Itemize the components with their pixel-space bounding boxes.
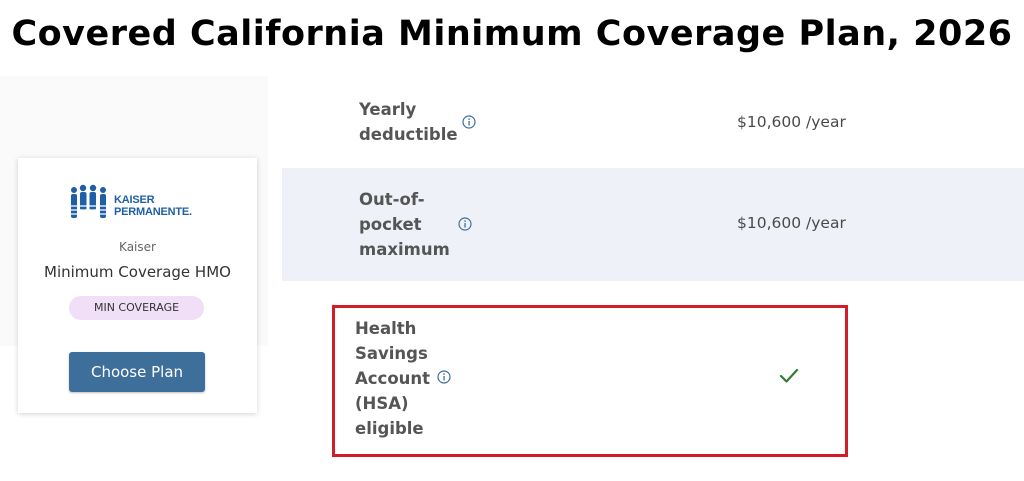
info-icon[interactable] xyxy=(458,217,472,231)
check-icon xyxy=(779,368,799,383)
oop-max-value: $10,600 /year xyxy=(737,214,846,232)
choose-plan-button[interactable]: Choose Plan xyxy=(69,352,205,392)
page-title: Covered California Minimum Coverage Plan… xyxy=(11,14,1013,54)
label-line: pocket xyxy=(359,215,422,234)
info-icon[interactable] xyxy=(437,370,451,384)
label-line: Yearly xyxy=(359,100,417,119)
label-line: deductible xyxy=(359,125,458,144)
logo-text-kaiser: KAISER xyxy=(114,194,155,206)
label-line: Account xyxy=(355,369,431,388)
kaiser-permanente-logo: KAISER PERMANENTE. xyxy=(68,184,208,224)
min-coverage-badge: MIN COVERAGE xyxy=(69,296,204,320)
info-icon[interactable] xyxy=(462,115,476,129)
label-line: Health xyxy=(355,319,417,338)
oop-max-label: Out-of- pocket maximum xyxy=(359,187,450,262)
label-line: Savings xyxy=(355,344,428,363)
benefit-row-deductible: Yearly deductible $10,600 /year xyxy=(282,76,1024,168)
plan-name: Minimum Coverage HMO xyxy=(44,263,231,281)
logo-text-permanente: PERMANENTE. xyxy=(114,206,192,218)
label-line: eligible xyxy=(355,419,424,438)
label-line: Out-of- xyxy=(359,190,425,209)
label-line: maximum xyxy=(359,240,450,259)
plan-card: KAISER PERMANENTE. Kaiser Minimum Covera… xyxy=(18,158,257,413)
benefit-row-oop-max: Out-of- pocket maximum $10,600 /year xyxy=(282,168,1024,281)
hsa-label: Health Savings Account (HSA) eligible xyxy=(355,316,430,441)
label-line: (HSA) xyxy=(355,394,409,413)
deductible-value: $10,600 /year xyxy=(737,113,846,131)
carrier-name: Kaiser xyxy=(119,240,156,254)
deductible-label: Yearly deductible xyxy=(359,97,458,147)
